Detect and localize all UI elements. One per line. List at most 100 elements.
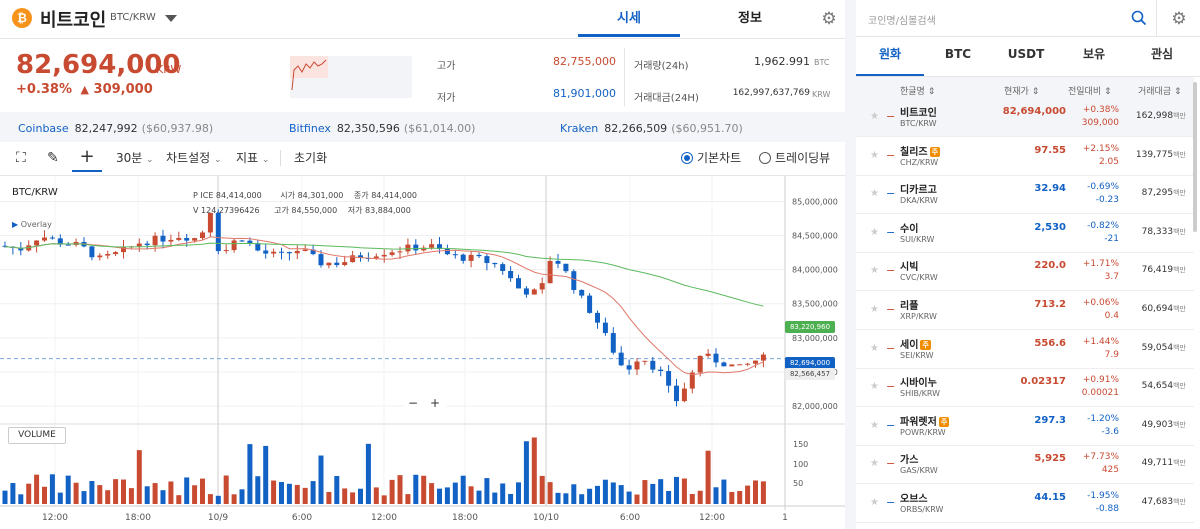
volume-bar — [65, 475, 71, 504]
star-icon[interactable]: ★ — [870, 188, 879, 199]
coin-row[interactable]: ★ − 세이 주 SEI/KRW 556.6 +1.44% 7.9 59,054백만 — [856, 331, 1194, 369]
coin-row[interactable]: ★ − 시빅 CVC/KRW 220.0 +1.71% 3.7 76,419백만 — [856, 253, 1194, 292]
volume-bar — [429, 483, 435, 504]
coin-volume: 47,683백만 — [1141, 497, 1186, 507]
coin-row[interactable]: ★ − 수이 SUI/KRW 2,530 -0.82% -21 78,333백만 — [856, 215, 1194, 253]
volume-bar — [713, 487, 719, 504]
volume-bar — [223, 475, 229, 504]
coin-change-pct: +1.71% — [1082, 259, 1119, 270]
exchange-coinbase: Coinbase 82,247,992 ($60,937.98) — [18, 122, 213, 135]
volume-bar — [302, 487, 308, 504]
chevron-down-icon: ⌄ — [146, 155, 154, 165]
exchange-name: Kraken — [560, 122, 599, 135]
tab-holdings[interactable]: 보유 — [1060, 44, 1128, 77]
volume-bar — [626, 491, 632, 504]
volume-bar — [10, 483, 16, 504]
volume-bar — [97, 485, 103, 504]
star-icon[interactable]: ★ — [870, 343, 879, 354]
high-label: 고가 — [437, 61, 456, 72]
volume-bar — [642, 480, 648, 504]
col-change[interactable]: 전일대비 ⇕ — [1068, 84, 1112, 97]
star-icon[interactable]: ★ — [870, 381, 879, 392]
ohlc-volume: V 124.27396426 — [193, 206, 260, 215]
candle-body — [539, 283, 545, 290]
star-icon[interactable]: ★ — [870, 111, 879, 122]
coin-pair: BTC/KRW — [900, 119, 937, 128]
volume-bar — [73, 482, 79, 504]
candle-body — [468, 254, 474, 261]
coin-price: 82,694,000 — [1002, 106, 1066, 117]
volume-bar — [413, 474, 419, 504]
star-icon[interactable]: ★ — [870, 150, 879, 161]
chart-settings-select[interactable]: 차트설정 ⌄ — [166, 150, 222, 168]
zoom-out-button[interactable]: − — [408, 396, 418, 410]
star-icon[interactable]: ★ — [870, 458, 879, 469]
coin-row[interactable]: ★ − 시바이누 SHIB/KRW 0.02317 +0.91% 0.00021 54,654… — [856, 369, 1194, 408]
col-price[interactable]: 현재가 ⇕ — [1004, 84, 1039, 97]
exchange-name: Bitfinex — [289, 122, 331, 135]
coin-name: 비트코인 — [900, 108, 937, 119]
interval-label: 30분 — [116, 151, 143, 165]
volume-bar — [437, 488, 442, 504]
coin-price: 0.02317 — [1020, 376, 1066, 388]
interval-select[interactable]: 30분 ⌄ — [116, 150, 154, 168]
scrollbar[interactable] — [1193, 82, 1197, 232]
tab-info[interactable]: 정보 — [700, 0, 800, 37]
col-name[interactable]: 한글명 ⇕ — [900, 84, 935, 97]
volume-label[interactable]: VOLUME — [8, 427, 66, 444]
star-icon[interactable]: ★ — [870, 497, 879, 508]
volume-bar — [279, 482, 284, 504]
star-icon[interactable]: ★ — [870, 227, 879, 238]
candle-body — [34, 240, 40, 246]
volume-bar — [476, 490, 482, 504]
tab-krw[interactable]: 원화 — [856, 44, 924, 77]
coin-row[interactable]: ★ − 파워렛저 주 POWR/KRW 297.3 -1.20% -3.6 49,903백만 — [856, 408, 1194, 446]
x-tick-label: 10/9 — [208, 513, 228, 523]
trade-amount-value: 162,997,637,769 — [732, 88, 810, 98]
crosshair-icon[interactable]: + — [72, 144, 102, 172]
volume-bar — [539, 475, 545, 504]
candle-body — [97, 255, 103, 258]
tab-favorites[interactable]: 관심 — [1128, 44, 1196, 77]
tab-usdt[interactable]: USDT — [992, 44, 1060, 77]
volume-bar — [697, 490, 703, 504]
star-icon[interactable]: ★ — [870, 420, 879, 431]
coin-pair: GAS/KRW — [900, 466, 938, 476]
search-input[interactable]: 코인명/심볼검색 — [868, 12, 936, 27]
basic-chart-radio[interactable]: 기본차트 — [681, 150, 741, 166]
fullscreen-icon[interactable]: ⛶ — [16, 150, 26, 166]
volume-bar — [500, 483, 506, 504]
zoom-in-button[interactable]: + — [430, 396, 440, 410]
volume-bar — [571, 484, 577, 504]
coin-change-amt: -3.6 — [1101, 426, 1119, 437]
coin-row[interactable]: ★ − 디카르고 DKA/KRW 32.94 -0.69% -0.23 87,295백만 — [856, 176, 1194, 215]
search-icon[interactable] — [1131, 10, 1147, 26]
gear-icon[interactable]: ⚙ — [819, 9, 839, 29]
star-icon[interactable]: ★ — [870, 265, 879, 276]
star-icon[interactable]: ★ — [870, 304, 879, 315]
coin-row[interactable]: ★ − 리플 XRP/KRW 713.2 +0.06% 0.4 60,694백만 — [856, 292, 1194, 330]
reset-button[interactable]: 초기화 — [294, 150, 327, 166]
chevron-down-icon[interactable] — [165, 15, 177, 22]
divider — [0, 38, 845, 39]
coin-row[interactable]: ★ − 비트코인 BTC/KRW 82,694,000 +0.38% 309,000 162,… — [856, 99, 1194, 137]
tab-btc[interactable]: BTC — [924, 44, 992, 77]
coin-volume: 139,775백만 — [1135, 149, 1186, 160]
coin-change-amt: -0.23 — [1095, 195, 1119, 206]
tab-quote[interactable]: 시세 — [578, 0, 680, 37]
coin-change-pct: +0.06% — [1082, 298, 1119, 308]
candle-body — [176, 237, 182, 240]
overlay-toggle[interactable]: ▶ Overlay — [12, 220, 52, 229]
candle-body — [405, 244, 411, 252]
col-volume[interactable]: 거래대금 ⇕ — [1138, 84, 1182, 97]
pencil-icon[interactable]: ✎ — [47, 150, 59, 166]
coin-row[interactable]: ★ − 가스 GAS/KRW 5,925 +7.73% 425 49,711백만 — [856, 446, 1194, 485]
candlestick-chart[interactable]: 85,000,000 84,500,000 84,000,000 83,500,000… — [0, 176, 845, 529]
tradingview-radio[interactable]: 트레이딩뷰 — [759, 150, 830, 166]
coin-row[interactable]: ★ − 오브스 ORBS/KRW 44.15 -1.95% -0.88 47,683백만 — [856, 485, 1194, 523]
coin-row[interactable]: ★ − 칠리즈 주 CHZ/KRW 97.55 +2.15% 2.05 139,775백만 — [856, 138, 1194, 176]
indicator-select[interactable]: 지표 ⌄ — [236, 150, 269, 168]
x-tick-label: 6:00 — [620, 513, 640, 523]
volume-bar — [207, 494, 213, 504]
gear-icon[interactable]: ⚙ — [1169, 9, 1189, 29]
